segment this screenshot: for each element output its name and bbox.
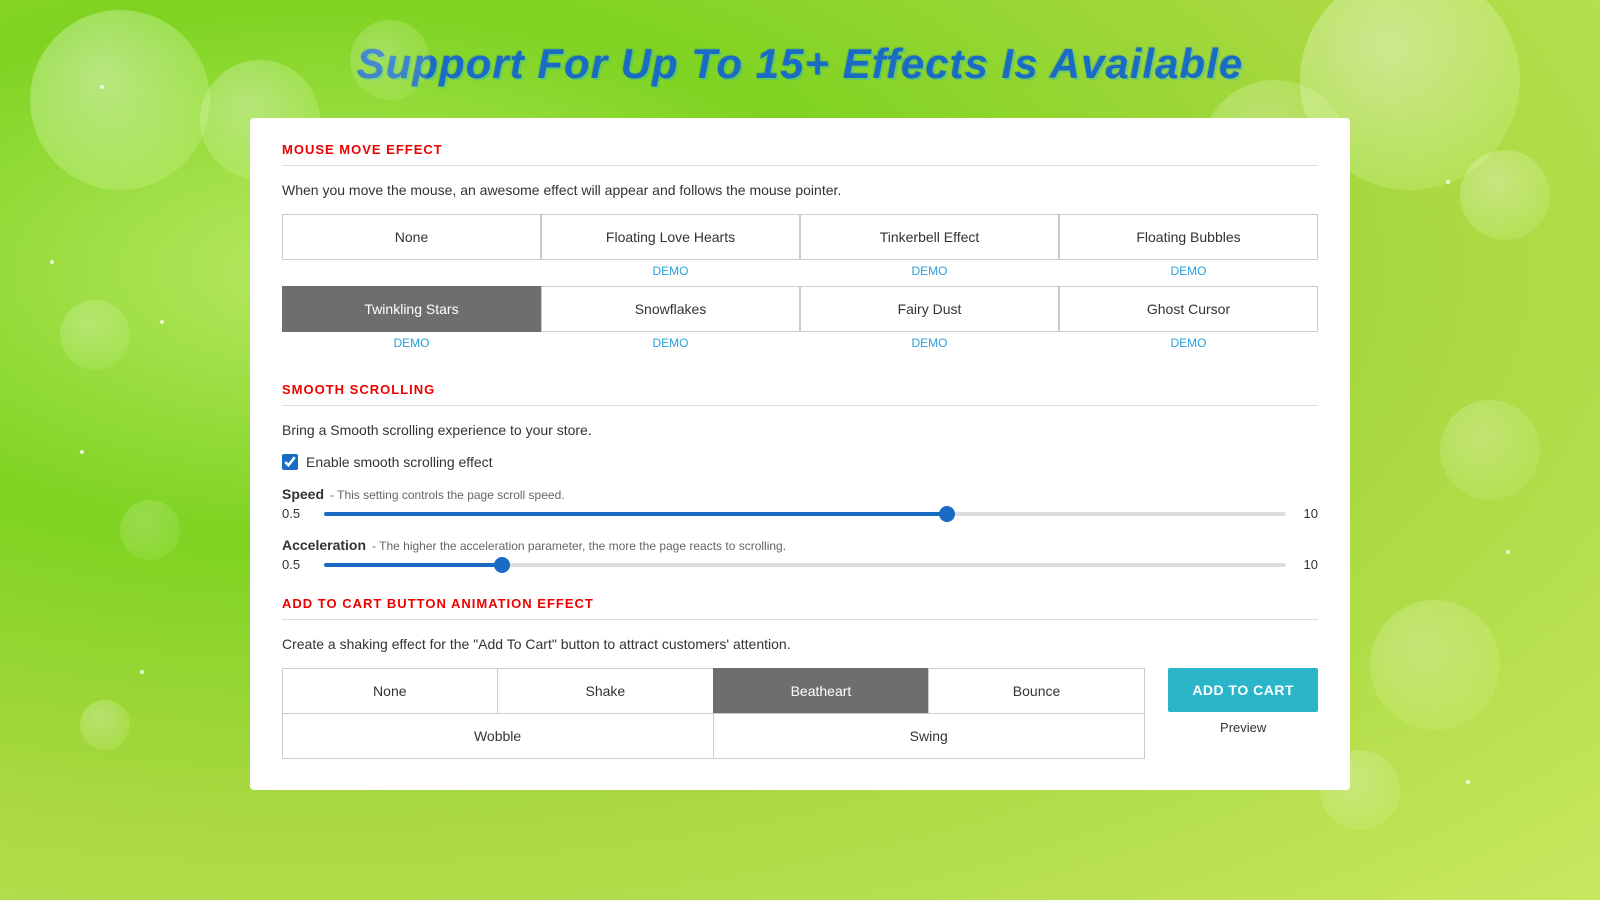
mouse-effects-row1: None Floating Love Hearts DEMO Tinkerbel… (282, 214, 1318, 286)
mouse-move-description: When you move the mouse, an awesome effe… (282, 182, 1318, 198)
effect-floating-love-hearts-wrap: Floating Love Hearts DEMO (541, 214, 800, 286)
accel-slider-section: Acceleration - The higher the accelerati… (282, 537, 1318, 572)
speed-max-label: 10 (1298, 506, 1318, 521)
demo-link-snowflakes[interactable]: DEMO (653, 332, 689, 358)
cart-preview-col: ADD TO CART Preview (1144, 668, 1318, 735)
smooth-scrolling-section: SMOOTH SCROLLING Bring a Smooth scrollin… (282, 382, 1318, 572)
cart-btn-wobble[interactable]: Wobble (282, 713, 714, 759)
accel-label-row: Acceleration - The higher the accelerati… (282, 537, 1318, 553)
cart-btn-bounce[interactable]: Bounce (928, 668, 1145, 714)
effect-btn-twinkling-stars[interactable]: Twinkling Stars (282, 286, 541, 332)
page-title: Support For Up To 15+ Effects Is Availab… (0, 0, 1600, 118)
cart-section-title: ADD TO CART BUTTON ANIMATION EFFECT (282, 596, 1318, 611)
effect-floating-bubbles-wrap: Floating Bubbles DEMO (1059, 214, 1318, 286)
mouse-effects-row2: Twinkling Stars DEMO Snowflakes DEMO Fai… (282, 286, 1318, 358)
accel-label: Acceleration (282, 537, 366, 553)
cart-row1: None Shake Beatheart Bounce (282, 668, 1144, 713)
enable-smooth-scroll-checkbox[interactable] (282, 454, 298, 470)
cart-btn-none[interactable]: None (282, 668, 499, 714)
accel-slider[interactable] (324, 563, 1286, 567)
cart-and-preview: None Shake Beatheart Bounce Wobble Swing… (282, 668, 1318, 758)
effect-fairy-dust-wrap: Fairy Dust DEMO (800, 286, 1059, 358)
enable-smooth-scroll-label: Enable smooth scrolling effect (306, 454, 493, 470)
effect-btn-ghost-cursor[interactable]: Ghost Cursor (1059, 286, 1318, 332)
effect-btn-tinkerbell[interactable]: Tinkerbell Effect (800, 214, 1059, 260)
smooth-scrolling-title: SMOOTH SCROLLING (282, 382, 1318, 397)
preview-label: Preview (1220, 720, 1266, 735)
add-to-cart-button[interactable]: ADD TO CART (1168, 668, 1318, 712)
effect-btn-floating-bubbles[interactable]: Floating Bubbles (1059, 214, 1318, 260)
mouse-move-section-title: MOUSE MOVE EFFECT (282, 142, 1318, 157)
enable-smooth-scroll-row: Enable smooth scrolling effect (282, 454, 1318, 470)
smooth-scrolling-description: Bring a Smooth scrolling experience to y… (282, 422, 1318, 438)
demo-link-floating-bubbles[interactable]: DEMO (1171, 260, 1207, 286)
speed-label-row: Speed - This setting controls the page s… (282, 486, 1318, 502)
speed-slider[interactable] (324, 512, 1286, 516)
effect-btn-fairy-dust[interactable]: Fairy Dust (800, 286, 1059, 332)
effect-btn-none[interactable]: None (282, 214, 541, 260)
cart-description: Create a shaking effect for the "Add To … (282, 636, 1318, 652)
main-panel: MOUSE MOVE EFFECT When you move the mous… (250, 118, 1350, 790)
effect-twinkling-stars-wrap: Twinkling Stars DEMO (282, 286, 541, 358)
accel-slider-row: 0.5 10 (282, 557, 1318, 572)
speed-min-label: 0.5 (282, 506, 312, 521)
section-divider-2 (282, 405, 1318, 406)
section-divider-3 (282, 619, 1318, 620)
speed-slider-section: Speed - This setting controls the page s… (282, 486, 1318, 521)
effect-btn-floating-love-hearts[interactable]: Floating Love Hearts (541, 214, 800, 260)
cart-row2: Wobble Swing (282, 713, 1144, 758)
accel-min-label: 0.5 (282, 557, 312, 572)
cart-btn-swing[interactable]: Swing (713, 713, 1145, 759)
effect-snowflakes-wrap: Snowflakes DEMO (541, 286, 800, 358)
cart-section: ADD TO CART BUTTON ANIMATION EFFECT Crea… (282, 596, 1318, 758)
speed-label: Speed (282, 486, 324, 502)
cart-buttons-area: None Shake Beatheart Bounce Wobble Swing (282, 668, 1144, 758)
demo-link-fairy-dust[interactable]: DEMO (912, 332, 948, 358)
effect-none-wrap: None (282, 214, 541, 286)
cart-btn-shake[interactable]: Shake (497, 668, 714, 714)
demo-link-floating-love-hearts[interactable]: DEMO (653, 260, 689, 286)
speed-slider-row: 0.5 10 (282, 506, 1318, 521)
speed-desc: - This setting controls the page scroll … (330, 488, 565, 502)
accel-desc: - The higher the acceleration parameter,… (372, 539, 786, 553)
demo-link-twinkling-stars[interactable]: DEMO (394, 332, 430, 358)
effect-btn-snowflakes[interactable]: Snowflakes (541, 286, 800, 332)
cart-btn-beatheart[interactable]: Beatheart (713, 668, 930, 714)
demo-link-ghost-cursor[interactable]: DEMO (1171, 332, 1207, 358)
demo-link-tinkerbell[interactable]: DEMO (912, 260, 948, 286)
effect-tinkerbell-wrap: Tinkerbell Effect DEMO (800, 214, 1059, 286)
accel-max-label: 10 (1298, 557, 1318, 572)
effect-ghost-cursor-wrap: Ghost Cursor DEMO (1059, 286, 1318, 358)
section-divider-1 (282, 165, 1318, 166)
